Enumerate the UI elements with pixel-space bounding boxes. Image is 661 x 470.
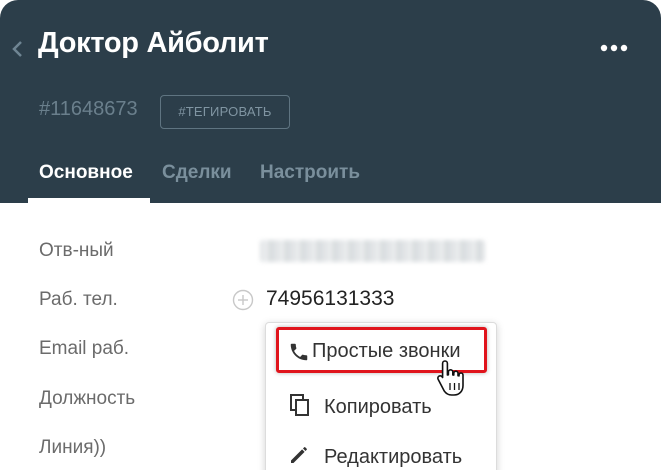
chevron-left-icon[interactable] [10, 40, 24, 58]
responsible-value-blurred [260, 240, 485, 262]
more-horizontal-icon[interactable] [600, 44, 628, 52]
hand-pointer-icon [437, 360, 464, 396]
work-email-label: Email раб. [39, 338, 130, 359]
work-phone-value[interactable]: 74956131333 [266, 287, 394, 311]
work-phone-label: Раб. тел. [39, 289, 118, 310]
copy-icon [290, 394, 309, 416]
line-label: Линия)) [39, 437, 107, 458]
tab-settings[interactable]: Настроить [260, 162, 360, 184]
pencil-icon [291, 447, 307, 463]
tab-main[interactable]: Основное [39, 162, 133, 184]
contact-title: Доктор Айболит [38, 27, 269, 59]
contact-header: Доктор Айболит #11648673 #ТЕГИРОВАТЬ Осн… [0, 0, 661, 203]
plus-circle-icon[interactable] [232, 289, 254, 311]
phone-icon [290, 343, 308, 361]
record-id: #11648673 [39, 98, 138, 120]
position-label: Должность [39, 388, 136, 409]
responsible-label: Отв-ный [39, 240, 114, 261]
menu-item-label: Копировать [324, 396, 432, 418]
active-tab-indicator [28, 198, 150, 203]
menu-item-label: Редактировать [324, 446, 463, 468]
tag-button[interactable]: #ТЕГИРОВАТЬ [160, 95, 290, 129]
tab-deals[interactable]: Сделки [162, 162, 232, 184]
